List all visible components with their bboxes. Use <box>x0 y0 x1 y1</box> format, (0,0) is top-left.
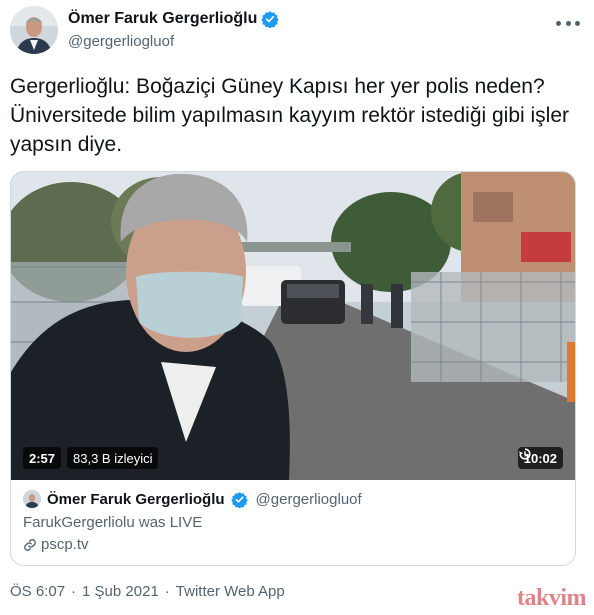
tweet-footer: ÖS 6:07 · 1 Şub 2021 · Twitter Web App <box>10 583 285 600</box>
author-handle[interactable]: @gergerliogluof <box>68 33 174 50</box>
tweet-time[interactable]: ÖS 6:07 <box>10 583 65 600</box>
footer-separator: · <box>71 583 77 600</box>
card-author-handle: @gergerliogluof <box>255 490 362 508</box>
watermark-logo: takvim <box>517 585 587 611</box>
card-verified-badge-icon <box>230 491 248 508</box>
live-video-card[interactable]: 2:57 83,3 B izleyici 10:02 Ömer Faruk Ge… <box>10 171 576 566</box>
card-author-avatar <box>23 490 41 508</box>
card-author-name: Ömer Faruk Gergerlioğlu <box>47 490 225 508</box>
card-link-text[interactable]: pscp.tv <box>41 536 89 553</box>
replay-icon <box>518 448 531 460</box>
tweet: Ömer Faruk Gergerlioğlu @gergerliogluof … <box>0 0 594 615</box>
link-icon <box>24 538 36 551</box>
more-options-icon[interactable] <box>556 14 580 32</box>
card-description: FarukGergerliolu was LIVE <box>23 514 203 531</box>
avatar-image <box>10 6 58 54</box>
card-avatar-image <box>23 490 41 508</box>
card-meta: Ömer Faruk Gergerlioğlu @gergerliogluof … <box>11 480 575 563</box>
video-player[interactable]: 2:57 83,3 B izleyici 10:02 <box>11 172 575 480</box>
author-name-row: Ömer Faruk Gergerlioğlu <box>68 10 280 28</box>
tweet-text: Gergerlioğlu: Boğaziçi Güney Kapısı her … <box>10 75 570 156</box>
card-link[interactable]: pscp.tv <box>23 536 563 553</box>
video-elapsed: 2:57 <box>23 447 62 469</box>
tweet-source[interactable]: Twitter Web App <box>176 583 285 600</box>
video-duration: 10:02 <box>517 447 563 469</box>
card-author-row: Ömer Faruk Gergerlioğlu @gergerliogluof <box>23 490 563 508</box>
video-thumbnail <box>11 172 575 480</box>
tweet-date[interactable]: 1 Şub 2021 <box>82 583 159 600</box>
verified-badge-icon <box>261 11 280 28</box>
video-views: 83,3 B izleyici <box>67 447 159 469</box>
author-avatar[interactable] <box>10 6 58 54</box>
author-name[interactable]: Ömer Faruk Gergerlioğlu <box>68 10 257 28</box>
footer-separator: · <box>164 583 170 600</box>
